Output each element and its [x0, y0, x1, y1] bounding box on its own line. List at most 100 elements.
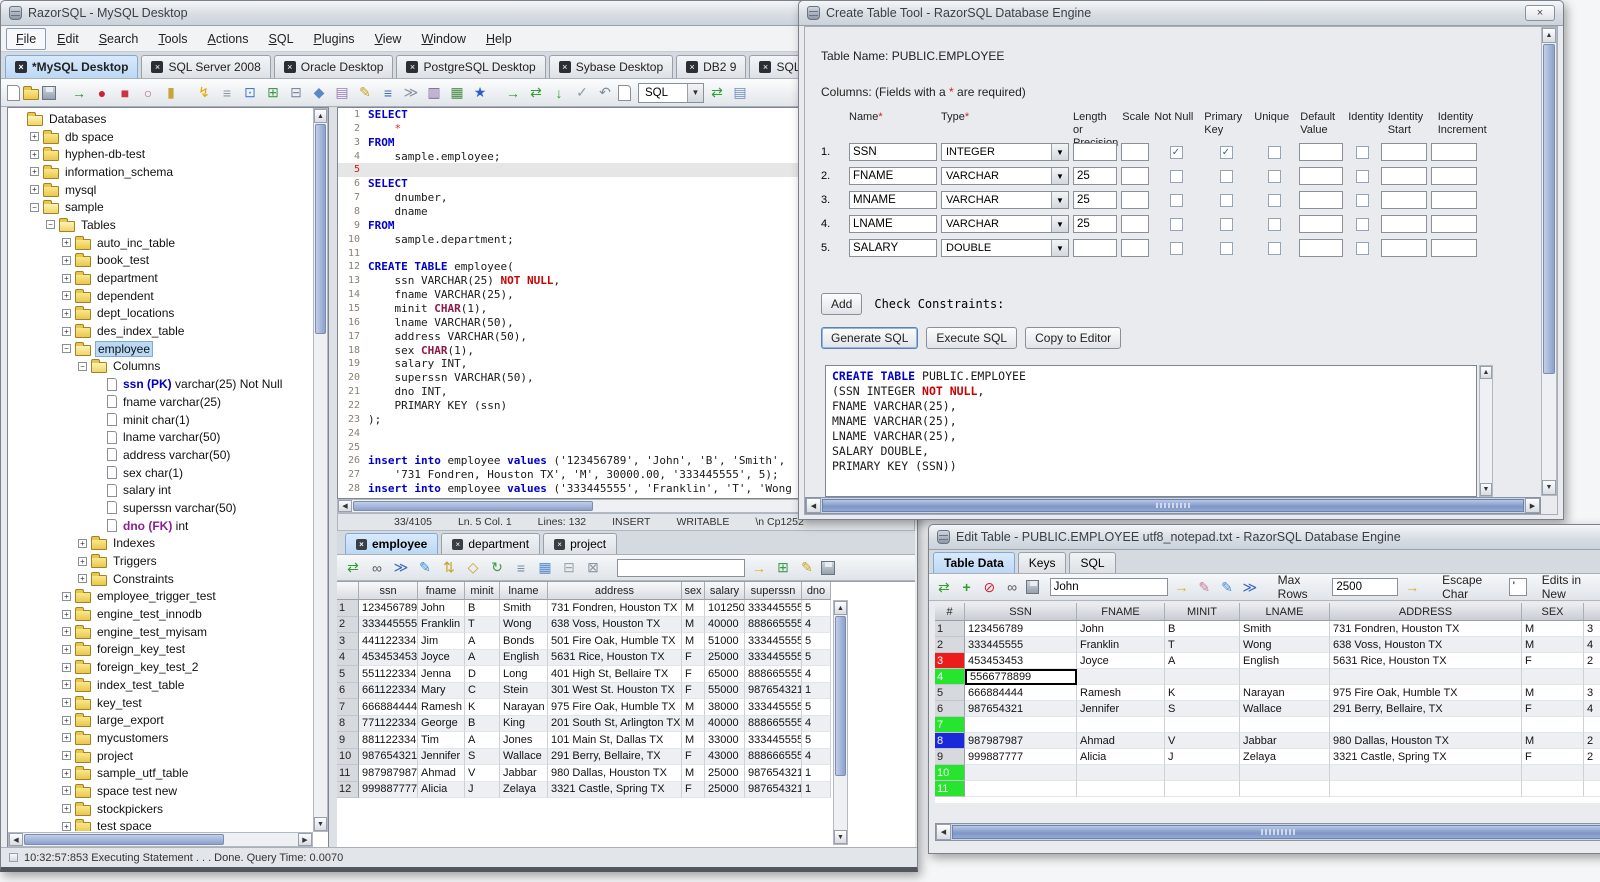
table-row[interactable]: 3 453453453 Joyce A English 5631 Rice, Housto…	[935, 653, 1600, 669]
profile-icon[interactable]: ▥	[424, 83, 444, 103]
dialog-horizontal-scrollbar[interactable]: ◀ ▶	[805, 497, 1541, 514]
new-editor-icon[interactable]	[618, 84, 631, 101]
table-cell[interactable]	[965, 781, 1077, 797]
table-cell[interactable]: M	[682, 633, 705, 650]
table-cell[interactable]: 301 West St. Houston TX	[548, 682, 682, 699]
identity-checkbox[interactable]	[1355, 241, 1369, 255]
table-cell[interactable]: 4	[802, 666, 831, 683]
table-cell[interactable]: Smith	[500, 600, 548, 617]
chevron-down-icon[interactable]: ▼	[1051, 168, 1068, 184]
table-cell[interactable]: Narayan	[1240, 685, 1330, 701]
column-header-lname[interactable]: LNAME	[1240, 603, 1330, 621]
table-cell[interactable]: 51000	[705, 633, 745, 650]
table-row[interactable]: 8 987987987 Ahmad V Jabbar 980 Dallas, Housto…	[935, 733, 1600, 749]
column-name-input[interactable]	[849, 143, 937, 161]
grid-icon[interactable]: ▦	[535, 558, 555, 578]
tree-item[interactable]: sex char(1)	[8, 464, 312, 482]
tree-item[interactable]: + book_test	[8, 252, 312, 270]
tree-item[interactable]: + engine_test_innodb	[8, 605, 312, 623]
chevron-down-icon[interactable]: ▼	[1051, 216, 1068, 232]
delete-row-icon[interactable]: ⊘	[981, 577, 999, 597]
table-row[interactable]: 12 999887777 Alicia J Zelaya 3321 Castle, Spr…	[337, 781, 831, 798]
tree-item[interactable]: minit char(1)	[8, 411, 312, 429]
length-input[interactable]	[1073, 215, 1117, 233]
go-arrow-icon[interactable]: →	[749, 558, 769, 578]
filter-icon[interactable]: ≫	[391, 558, 411, 578]
chevron-down-icon[interactable]: ▼	[1051, 192, 1068, 208]
table-cell[interactable]: Franklin	[1077, 637, 1165, 653]
table-cell[interactable]: 551122334	[359, 666, 418, 683]
table-row[interactable]: 3 441122334 Jim A Bonds 501 Fire Oak, Humble …	[337, 633, 831, 650]
identity-increment-input[interactable]	[1431, 167, 1477, 185]
database-icon[interactable]: ▮	[161, 83, 181, 103]
scroll-up-icon[interactable]: ▲	[834, 601, 847, 615]
tree-item[interactable]: + engine_test_myisam	[8, 623, 312, 641]
tree-expander-icon[interactable]: +	[62, 733, 71, 743]
column-header[interactable]	[337, 582, 359, 600]
undo-icon[interactable]: ↶	[595, 83, 615, 103]
tree-expander-icon[interactable]: +	[62, 644, 71, 654]
table-cell[interactable]: F	[682, 781, 705, 798]
table-cell[interactable]: Ramesh	[418, 699, 465, 716]
table-cell[interactable]: 501 Fire Oak, Humble TX	[548, 633, 682, 650]
search-input[interactable]	[1049, 578, 1168, 596]
table-cell[interactable]: 666884444	[965, 685, 1077, 701]
table-cell[interactable]: 4	[1584, 701, 1600, 717]
table-cell[interactable]: Joyce	[418, 649, 465, 666]
scale-input[interactable]	[1121, 167, 1149, 185]
copy-results-icon[interactable]: ⊟	[286, 83, 306, 103]
table-cell[interactable]: 333445555	[745, 732, 802, 749]
tree-item[interactable]: + hyphen-db-test	[8, 145, 312, 163]
unique-checkbox[interactable]	[1267, 217, 1281, 231]
table-cell[interactable]: Ahmad	[418, 765, 465, 782]
table-cell[interactable]	[1584, 781, 1600, 797]
table-cell[interactable]	[1165, 669, 1240, 685]
table-cell[interactable]	[1077, 717, 1165, 733]
identity-start-input[interactable]	[1381, 167, 1427, 185]
table-cell[interactable]: Alicia	[1077, 749, 1165, 765]
table-row[interactable]: 9 999887777 Alicia J Zelaya 3321 Castle, Spri…	[935, 749, 1600, 765]
identity-checkbox[interactable]	[1355, 169, 1369, 183]
unique-checkbox[interactable]	[1267, 193, 1281, 207]
table-cell[interactable]: 888665555	[745, 666, 802, 683]
tree-item[interactable]: + Triggers	[8, 552, 312, 570]
close-tab-icon[interactable]: ×	[151, 61, 164, 73]
tree-item[interactable]: − sample	[8, 198, 312, 216]
tree-item[interactable]: lname varchar(50)	[8, 428, 312, 446]
table-cell[interactable]: Jones	[500, 732, 548, 749]
save-icon[interactable]	[1026, 580, 1039, 594]
tree-expander-icon[interactable]: +	[30, 132, 39, 142]
table-cell[interactable]: 201 South St, Arlington TX	[548, 715, 682, 732]
refresh-icon[interactable]: ⇄	[935, 577, 953, 597]
tree-expander-icon[interactable]: −	[62, 344, 71, 354]
tree-expander-icon[interactable]: +	[62, 786, 71, 796]
chevron-down-icon[interactable]: ▼	[1051, 240, 1068, 256]
table-cell[interactable]: 3321 Castle, Spring TX	[1330, 749, 1522, 765]
tree-item[interactable]: − Columns	[8, 358, 312, 376]
unique-checkbox[interactable]	[1267, 241, 1281, 255]
connection-tab-sybase-desktop[interactable]: × Sybase Desktop	[548, 55, 674, 78]
column-type-select[interactable]: VARCHAR ▼	[941, 215, 1069, 233]
table-cell[interactable]	[1077, 765, 1165, 781]
close-tab-icon[interactable]: ×	[558, 61, 571, 73]
table-row[interactable]: 4 5566778899	[935, 669, 1600, 685]
identity-increment-input[interactable]	[1431, 191, 1477, 209]
scale-input[interactable]	[1121, 215, 1149, 233]
auto-commit-icon[interactable]: ⇄	[707, 83, 727, 103]
table-cell[interactable]: F	[1522, 653, 1584, 669]
tree-expander-icon[interactable]: +	[62, 680, 71, 690]
table-row[interactable]: 5 551122334 Jenna D Long 401 High St, Bellair…	[337, 666, 831, 683]
tree-item[interactable]: + stockpickers	[8, 800, 312, 818]
connection-tab-postgresql-desktop[interactable]: × PostgreSQL Desktop	[396, 55, 546, 78]
tree-item[interactable]: + index_test_table	[8, 676, 312, 694]
table-cell[interactable]: 987654321	[745, 765, 802, 782]
generate-sql-button[interactable]: Generate SQL	[821, 327, 919, 349]
default-value-input[interactable]	[1299, 239, 1343, 257]
table-cell[interactable]: John	[418, 600, 465, 617]
compare-icon[interactable]: ◆	[309, 83, 329, 103]
close-tab-icon[interactable]: ×	[356, 538, 367, 550]
close-tab-icon[interactable]: ×	[15, 61, 27, 73]
identity-start-input[interactable]	[1381, 143, 1427, 161]
not-null-checkbox[interactable]	[1169, 217, 1183, 231]
new-connection-icon[interactable]: ●	[92, 83, 112, 103]
